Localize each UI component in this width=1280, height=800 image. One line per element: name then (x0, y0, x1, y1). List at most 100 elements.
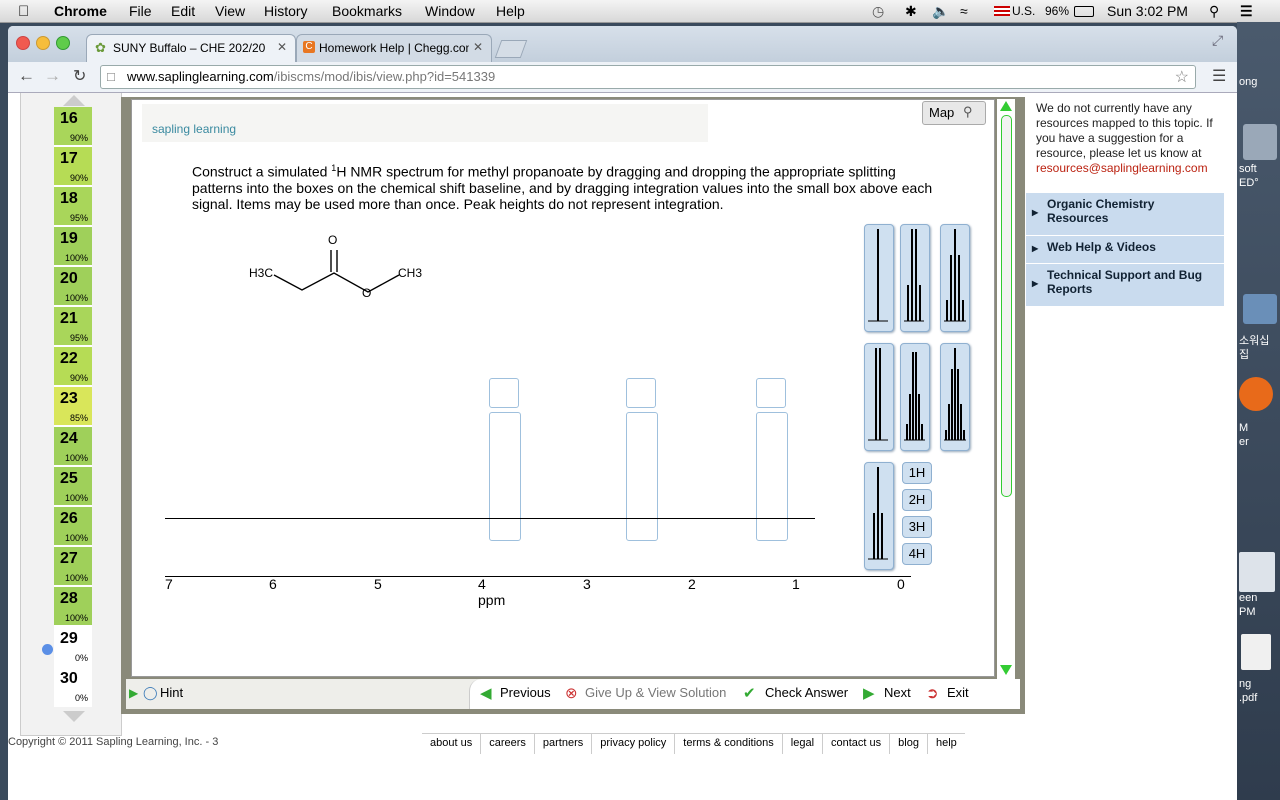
volume-icon[interactable]: 🔈 (932, 3, 949, 20)
singlet-tile[interactable] (864, 224, 894, 332)
pattern-slot[interactable] (489, 412, 521, 541)
footer-link[interactable]: terms & conditions (675, 734, 783, 754)
close-window-button[interactable] (16, 36, 30, 50)
question-item[interactable]: 21 95% (54, 307, 92, 347)
fullscreen-icon[interactable]: ⤢ (1212, 32, 1223, 49)
question-item[interactable]: 17 90% (54, 147, 92, 187)
integration-slot[interactable] (489, 378, 519, 408)
question-item[interactable]: 23 85% (54, 387, 92, 427)
question-item[interactable]: 18 95% (54, 187, 92, 227)
integration-1h-tile[interactable]: 1H (902, 462, 932, 484)
spotlight-icon[interactable]: ⚲ (1209, 3, 1219, 20)
pattern-slot[interactable] (626, 412, 658, 541)
footer-link[interactable]: privacy policy (592, 734, 676, 754)
minimize-window-button[interactable] (36, 36, 50, 50)
footer-link[interactable]: partners (535, 734, 593, 754)
question-item[interactable]: 20 100% (54, 267, 92, 307)
desktop-pdf-icon[interactable] (1241, 634, 1271, 670)
question-item[interactable]: 22 90% (54, 347, 92, 387)
question-item[interactable]: 27 100% (54, 547, 92, 587)
question-item[interactable]: 24 100% (54, 427, 92, 467)
footer-link[interactable]: legal (783, 734, 824, 754)
resources-email-link[interactable]: resources@saplinglearning.com (1036, 161, 1208, 175)
desktop-app-icon[interactable] (1239, 377, 1273, 411)
bookmark-star-icon[interactable]: ☆ (1175, 67, 1189, 87)
address-bar[interactable]: □ www.saplinglearning.com/ibiscms/mod/ib… (100, 65, 1196, 89)
desktop-file-icon[interactable] (1243, 124, 1277, 160)
give-up-button[interactable]: Give Up & View Solution (585, 685, 726, 700)
footer-link[interactable]: blog (890, 734, 928, 754)
back-icon[interactable]: ← (18, 66, 35, 86)
scroll-up-arrow-icon[interactable] (1000, 101, 1012, 111)
menu-app-name[interactable]: Chrome (54, 3, 107, 19)
triplet-tile[interactable] (864, 462, 894, 570)
footer-link[interactable]: about us (422, 734, 482, 754)
new-tab-button[interactable] (494, 40, 528, 58)
footer-link[interactable]: contact us (823, 734, 891, 754)
question-item[interactable]: 30 0% (54, 667, 92, 707)
menu-window[interactable]: Window (425, 3, 475, 19)
footer-link[interactable]: help (928, 734, 965, 754)
desktop-folder-icon[interactable] (1243, 294, 1277, 324)
chrome-menu-icon[interactable]: ☰ (1212, 66, 1226, 86)
time-machine-icon[interactable]: ◷ (872, 3, 884, 20)
forward-icon[interactable]: → (44, 66, 61, 86)
bluetooth-icon[interactable]: ✱ (905, 3, 917, 20)
scrollbar-thumb[interactable] (1001, 115, 1012, 497)
septet-tile[interactable] (940, 343, 970, 451)
resource-link-web-help[interactable]: ▶ Web Help & Videos (1026, 236, 1224, 264)
apple-icon[interactable]:  (18, 3, 29, 20)
previous-button[interactable]: Previous (500, 685, 551, 700)
battery-percent[interactable]: 96% (1045, 4, 1069, 18)
tab-sapling[interactable]: ✿ SUNY Buffalo – CHE 202/20 ✕ (86, 34, 296, 63)
quartet-tile[interactable] (900, 224, 930, 332)
hint-button[interactable]: Hint (160, 685, 183, 700)
scroll-down-arrow-icon[interactable] (63, 711, 85, 722)
resource-link-organic-chemistry[interactable]: ▶ Organic Chemistry Resources (1026, 193, 1224, 236)
question-item[interactable]: 25 100% (54, 467, 92, 507)
menu-history[interactable]: History (264, 3, 308, 19)
menu-view[interactable]: View (215, 3, 245, 19)
integration-slot[interactable] (756, 378, 786, 408)
question-item[interactable]: 29 0% (54, 627, 92, 667)
instructions-a: Construct a simulated (192, 163, 332, 180)
zoom-window-button[interactable] (56, 36, 70, 50)
question-item[interactable]: 16 90% (54, 107, 92, 147)
integration-slot[interactable] (626, 378, 656, 408)
desktop-screenshot-icon[interactable] (1239, 552, 1275, 592)
check-answer-button[interactable]: Check Answer (765, 685, 848, 700)
close-tab-icon[interactable]: ✕ (277, 40, 287, 54)
integration-4h-tile[interactable]: 4H (902, 543, 932, 565)
notification-icon[interactable]: ☰ (1240, 3, 1253, 20)
axis-tick: 1 (792, 576, 800, 592)
footer-link[interactable]: careers (481, 734, 535, 754)
question-item[interactable]: 19 100% (54, 227, 92, 267)
map-button[interactable]: Map ⚲ (922, 101, 986, 125)
integration-3h-tile[interactable]: 3H (902, 516, 932, 538)
question-item[interactable]: 26 100% (54, 507, 92, 547)
next-button[interactable]: Next (884, 685, 911, 700)
menu-file[interactable]: File (129, 3, 152, 19)
exit-button[interactable]: Exit (947, 685, 969, 700)
question-item[interactable]: 28 100% (54, 587, 92, 627)
tab-chegg[interactable]: C Homework Help | Chegg.com ✕ (296, 34, 492, 63)
scroll-down-arrow-icon[interactable] (1000, 665, 1012, 675)
close-tab-icon[interactable]: ✕ (473, 40, 483, 54)
menu-edit[interactable]: Edit (171, 3, 195, 19)
integration-2h-tile[interactable]: 2H (902, 489, 932, 511)
url-text[interactable]: www.saplinglearning.com/ibiscms/mod/ibis… (127, 69, 495, 84)
input-source[interactable]: U.S. (1012, 4, 1035, 18)
scroll-up-arrow-icon[interactable] (63, 95, 85, 106)
quintet-tile[interactable] (940, 224, 970, 332)
sextet-tile[interactable] (900, 343, 930, 451)
wifi-icon[interactable]: ≈ (960, 3, 968, 19)
reload-icon[interactable]: ↻ (73, 66, 86, 86)
menu-help[interactable]: Help (496, 3, 525, 19)
doublet-tile[interactable] (864, 343, 894, 451)
menu-bookmarks[interactable]: Bookmarks (332, 3, 402, 19)
play-icon[interactable]: ▶ (129, 686, 138, 700)
pattern-slot[interactable] (756, 412, 788, 541)
panel-scrollbar[interactable] (997, 99, 1015, 679)
resource-link-technical-support[interactable]: ▶ Technical Support and Bug Reports (1026, 264, 1224, 307)
clock[interactable]: Sun 3:02 PM (1107, 3, 1188, 19)
